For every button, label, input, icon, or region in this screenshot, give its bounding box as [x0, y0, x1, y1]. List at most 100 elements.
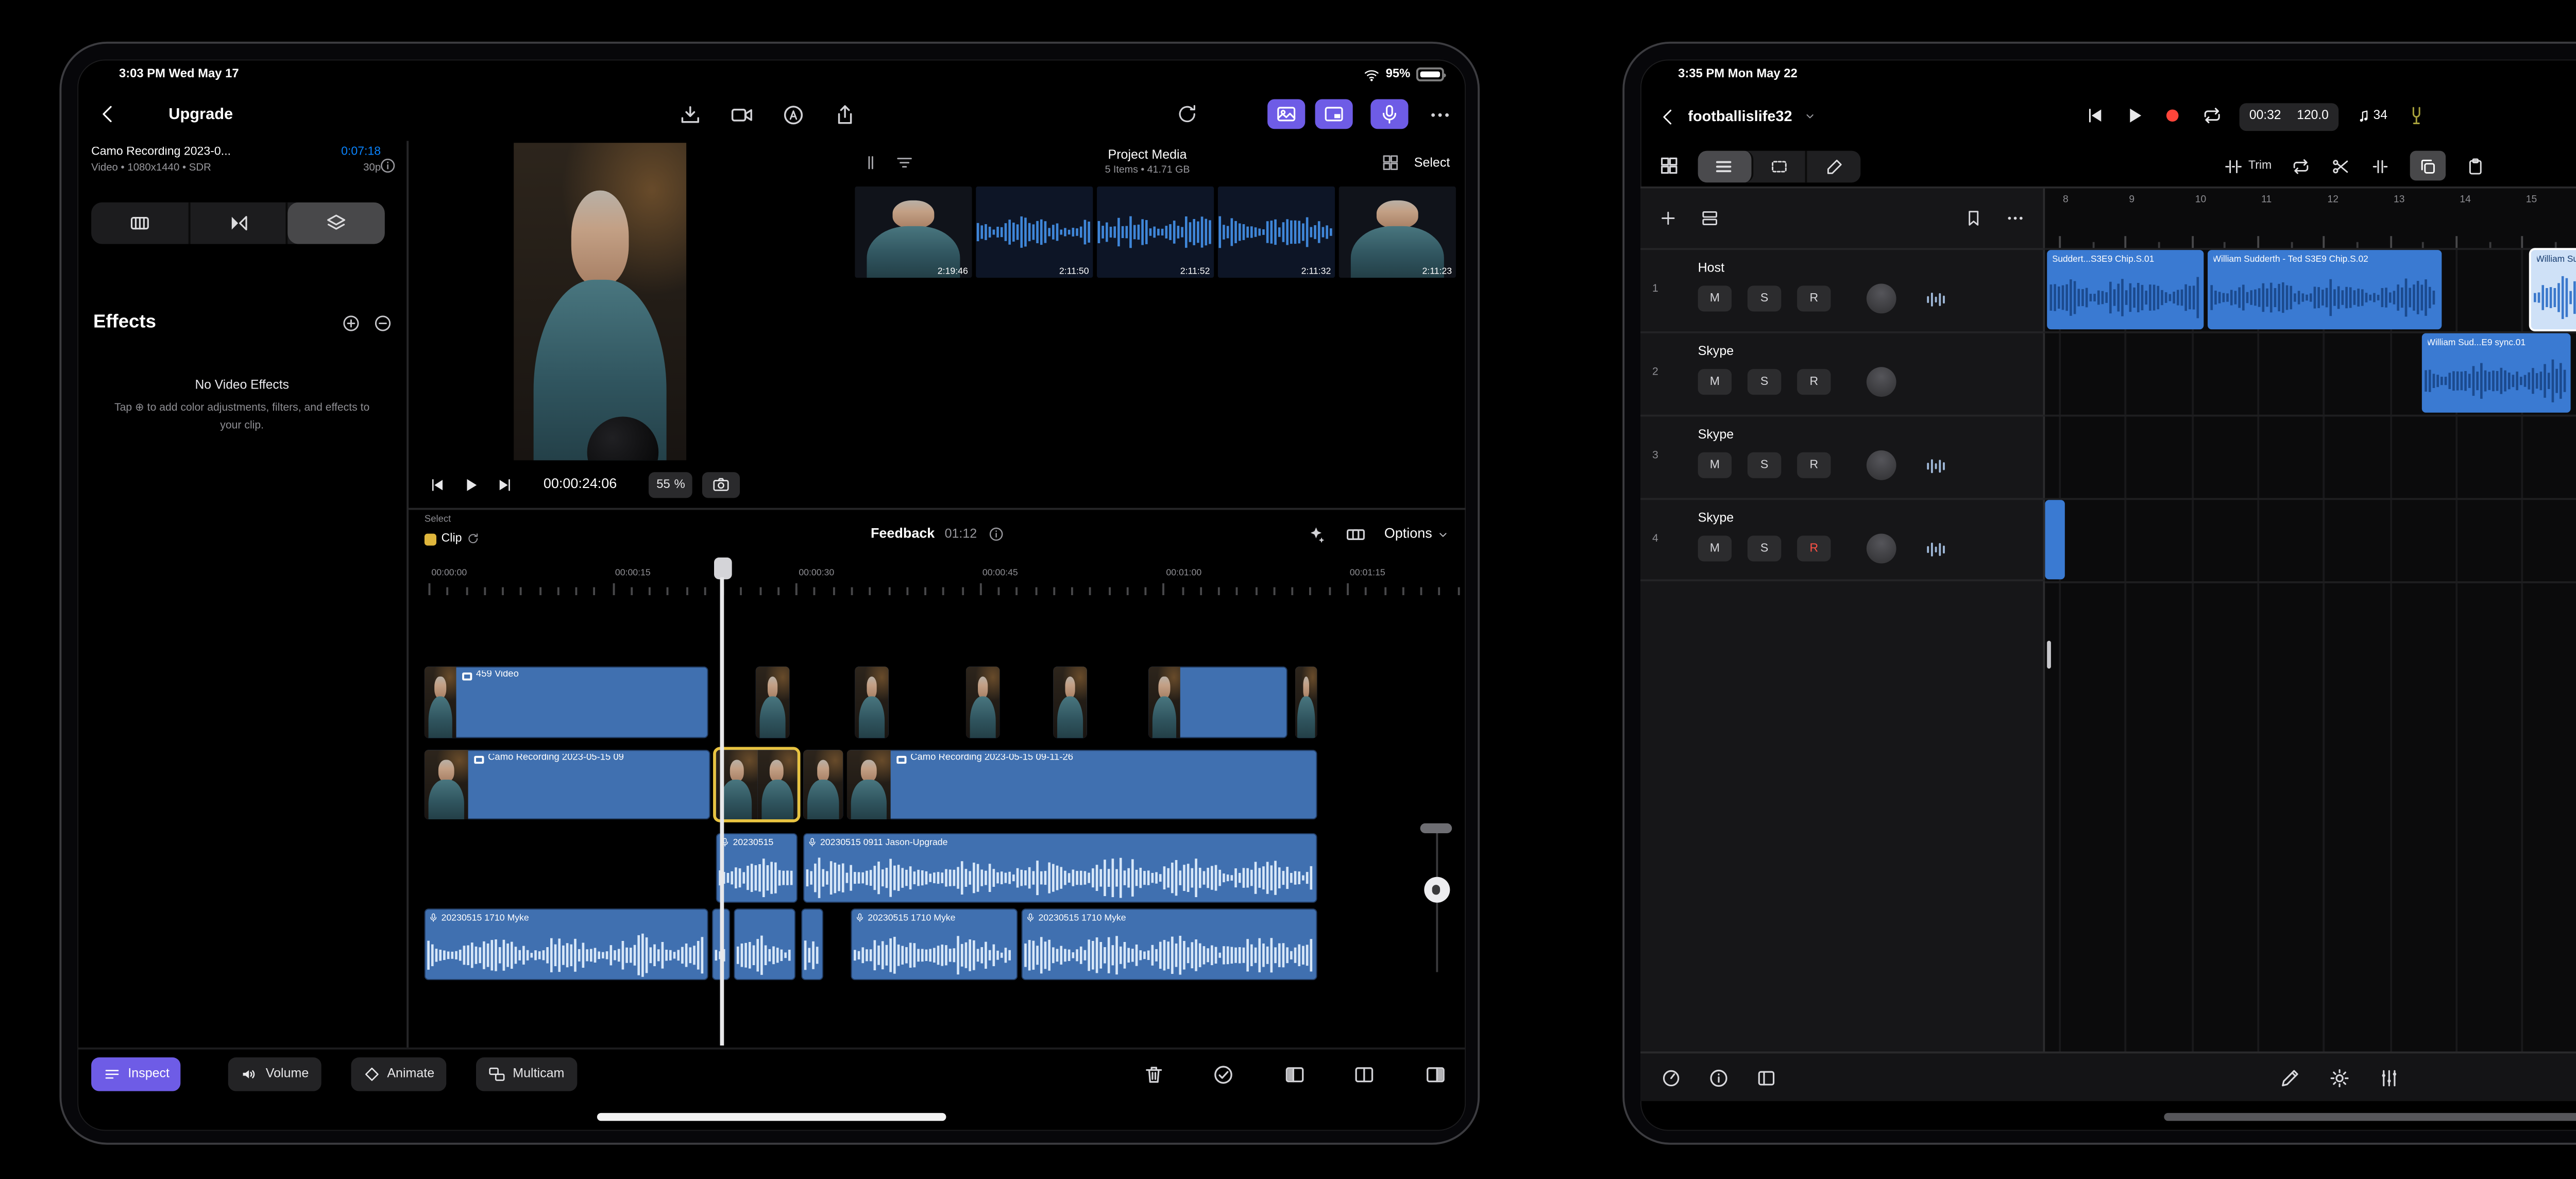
volume-button[interactable]: Volume: [229, 1057, 321, 1091]
layout-right-icon[interactable]: [1423, 1063, 1446, 1086]
paste-icon[interactable]: [2466, 156, 2486, 176]
add-effect-icon[interactable]: [341, 312, 361, 332]
grid-view-icon[interactable]: [1380, 153, 1400, 173]
timeline-clip[interactable]: Camo Recording 2023-05-15 09-11-26: [847, 750, 1317, 819]
solo-button[interactable]: S: [1748, 285, 1781, 311]
effects-icon[interactable]: [1660, 1067, 1682, 1089]
track-name[interactable]: Skype: [1698, 345, 1734, 359]
multicam-button[interactable]: Multicam: [476, 1057, 576, 1091]
pan-knob[interactable]: [1867, 284, 1896, 314]
overlay-toggle[interactable]: [1315, 99, 1353, 129]
timeline-clip[interactable]: [803, 750, 843, 819]
beat-counter[interactable]: 34: [2357, 109, 2387, 124]
meter-icon[interactable]: [1924, 287, 1948, 310]
timeline-clip[interactable]: [716, 750, 798, 819]
track-header[interactable]: 3SkypeMSR: [1640, 415, 2045, 498]
track-header[interactable]: 2SkypeMSR: [1640, 331, 2045, 415]
split-icon[interactable]: [2331, 156, 2351, 176]
timeline-clip[interactable]: 20230515 0911 Jason-Upgrade: [803, 833, 1317, 903]
play-icon[interactable]: [462, 475, 480, 493]
timeline-clip[interactable]: [756, 667, 789, 738]
timeline-clip[interactable]: Camo Recording 2023-05-15 09: [425, 750, 710, 819]
timeline-clip[interactable]: 20230515: [716, 833, 798, 903]
animate-button[interactable]: Animate: [350, 1057, 446, 1091]
timeline-clip[interactable]: [1295, 667, 1317, 738]
media-select-button[interactable]: Select: [1414, 156, 1450, 170]
copy-button[interactable]: [2411, 151, 2446, 181]
share-icon[interactable]: [833, 103, 857, 127]
audio-clip[interactable]: Suddert...S3E9 Chip.S.01: [2047, 250, 2204, 329]
pan-knob[interactable]: [1867, 534, 1896, 564]
snapshot-button[interactable]: [703, 471, 740, 497]
record-arm-button[interactable]: R: [1797, 285, 1831, 311]
loop-region-icon[interactable]: [2292, 156, 2312, 176]
timeline-clip[interactable]: [1148, 667, 1287, 738]
back-button[interactable]: [97, 101, 119, 127]
media-item[interactable]: 2:19:46: [855, 187, 972, 278]
pan-knob[interactable]: [1867, 367, 1896, 397]
solo-button[interactable]: S: [1748, 369, 1781, 395]
sync-icon[interactable]: [1176, 103, 1198, 125]
slider-knob[interactable]: [1423, 877, 1449, 903]
more-options-icon[interactable]: [1428, 102, 1452, 126]
track-name[interactable]: Skype: [1698, 429, 1734, 443]
back-button[interactable]: [1658, 104, 1679, 128]
track-name[interactable]: Skype: [1698, 512, 1734, 526]
tab-clip[interactable]: [91, 203, 190, 244]
play-icon[interactable]: [2123, 106, 2144, 126]
approve-icon[interactable]: [1212, 1063, 1234, 1086]
panels-icon[interactable]: [1755, 1067, 1777, 1089]
clip-volume-slider[interactable]: [1416, 823, 1456, 982]
slider-top-handle[interactable]: [1420, 823, 1452, 833]
media-item[interactable]: 2:11:23: [1339, 187, 1456, 278]
zoom-level-control[interactable]: 55 %: [649, 471, 693, 497]
meter-icon[interactable]: [1924, 453, 1948, 477]
go-to-start-icon[interactable]: [2084, 106, 2105, 126]
layout-split-icon[interactable]: [1353, 1063, 1376, 1086]
audio-timeline[interactable]: 8910111213141516171819202122Suddert...S3…: [2045, 189, 2576, 1052]
track-name[interactable]: Host: [1698, 262, 1724, 276]
playhead-handle[interactable]: [713, 558, 731, 579]
media-item[interactable]: 2:11:52: [1097, 187, 1214, 278]
tab-transition[interactable]: [190, 203, 288, 244]
timeline-clip[interactable]: [1053, 667, 1087, 738]
track-header[interactable]: 1HostMSR: [1640, 248, 2045, 331]
mute-button[interactable]: M: [1698, 369, 1732, 395]
chevron-down-icon[interactable]: [1802, 109, 1816, 123]
mute-button[interactable]: M: [1698, 536, 1732, 562]
pan-knob[interactable]: [1867, 450, 1896, 480]
audio-clip[interactable]: [2045, 500, 2065, 579]
media-item[interactable]: 2:11:32: [1218, 187, 1335, 278]
timeline-clip[interactable]: 20230515 1710 Myke: [1022, 908, 1317, 980]
record-arm-button[interactable]: R: [1797, 369, 1831, 395]
bookmark-icon[interactable]: [1964, 208, 1984, 228]
drag-handle-icon[interactable]: [861, 153, 881, 173]
timeline-clip[interactable]: 20230515 1710 Myke: [425, 908, 708, 980]
solo-button[interactable]: S: [1748, 536, 1781, 562]
next-frame-icon[interactable]: [496, 475, 514, 493]
titler-icon[interactable]: [782, 103, 805, 127]
previous-frame-icon[interactable]: [429, 475, 447, 493]
delete-icon[interactable]: [1142, 1063, 1164, 1086]
pencil-icon[interactable]: [2279, 1067, 2301, 1089]
timeline-clip[interactable]: 459 Video: [425, 667, 708, 738]
trim-button[interactable]: Trim: [2224, 156, 2272, 176]
media-library-toggle[interactable]: [1267, 99, 1305, 129]
record-icon[interactable]: [2162, 106, 2183, 126]
record-arm-button[interactable]: R: [1797, 536, 1831, 562]
mute-button[interactable]: M: [1698, 285, 1732, 311]
timeline-clip[interactable]: [855, 667, 888, 738]
inspect-button[interactable]: Inspect: [91, 1057, 181, 1091]
tool-edit[interactable]: [1808, 150, 1861, 182]
session-title[interactable]: footballislife32: [1688, 107, 1792, 125]
brightness-icon[interactable]: [2329, 1067, 2350, 1089]
timeline-clip[interactable]: 20230515 1710 Myke: [851, 908, 1018, 980]
tool-select[interactable]: [1753, 150, 1808, 182]
grid-view-icon[interactable]: [1658, 155, 1680, 176]
remove-effect-icon[interactable]: [373, 312, 393, 332]
horizontal-scrollbar[interactable]: [2164, 1113, 2576, 1120]
audio-clip[interactable]: William Sudderth - Ted S3E9 Chip.S.03: [2531, 250, 2576, 329]
loop-icon[interactable]: [2201, 106, 2222, 126]
home-indicator[interactable]: [597, 1113, 946, 1121]
clip-info-icon[interactable]: [379, 157, 397, 175]
